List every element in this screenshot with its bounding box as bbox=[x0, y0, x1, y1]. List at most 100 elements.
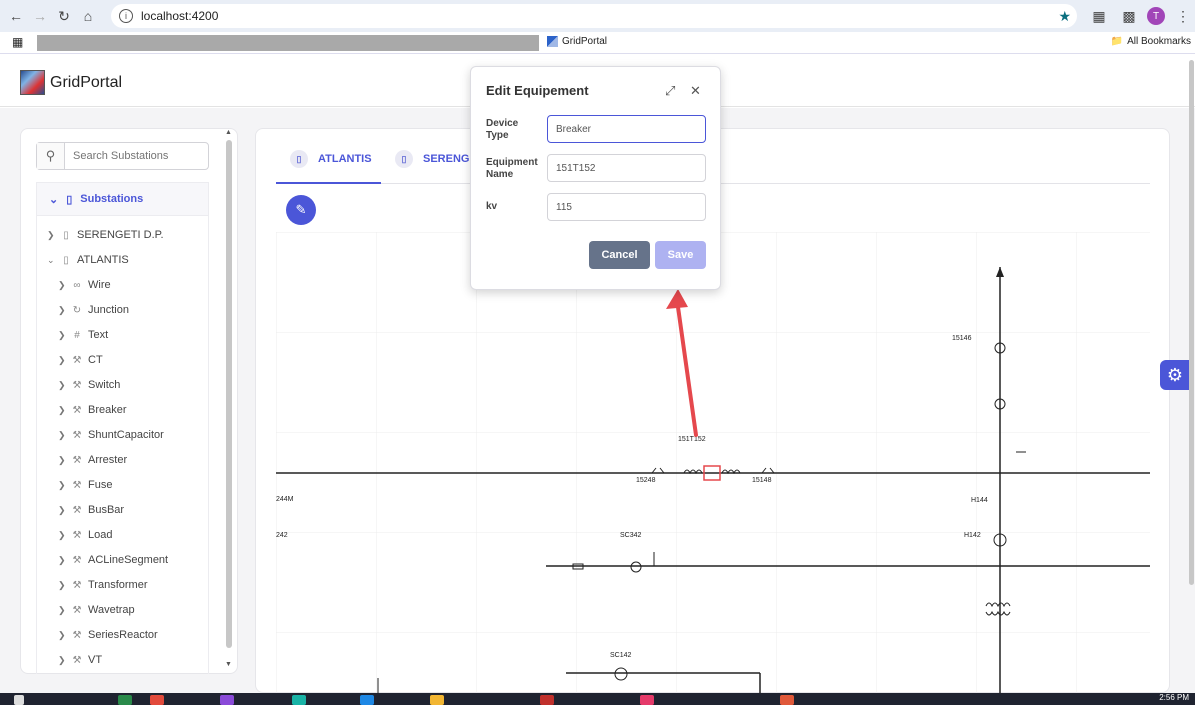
chevron-right-icon: ❯ bbox=[58, 454, 66, 465]
tree-item-serengeti[interactable]: ❯ ▯ SERENGETI D.P. bbox=[47, 229, 164, 241]
tree-item-aclinesegment[interactable]: ❯ ⚒ ACLineSegment bbox=[58, 554, 168, 566]
chevron-right-icon: ❯ bbox=[58, 604, 66, 615]
label-15148: 15148 bbox=[752, 477, 772, 484]
single-line-diagram[interactable]: 15146 151T152 15248 15148 H144 H142 SC34… bbox=[276, 232, 1150, 693]
tree-item-load[interactable]: ❯ ⚒ Load bbox=[58, 529, 112, 541]
bookmark-star-icon[interactable]: ★ bbox=[1058, 8, 1071, 25]
scroll-down-arrow-icon[interactable]: ▼ bbox=[225, 661, 232, 668]
windows-taskbar: 2:56 PM bbox=[0, 693, 1195, 705]
tree-item-switch[interactable]: ❯ ⚒ Switch bbox=[58, 379, 120, 391]
all-bookmarks[interactable]: 📁 All Bookmarks bbox=[1111, 36, 1191, 47]
kv-label: kv bbox=[486, 201, 498, 212]
refresh-icon: ↻ bbox=[72, 304, 82, 316]
reload-icon[interactable]: ↻ bbox=[52, 4, 76, 28]
menu-icon[interactable]: ⋮ bbox=[1171, 4, 1195, 28]
equipment-name-input[interactable] bbox=[547, 154, 706, 182]
puzzle-icon[interactable]: ▩ bbox=[1117, 4, 1141, 28]
tree-item-breaker[interactable]: ❯ ⚒ Breaker bbox=[58, 404, 127, 416]
settings-gear-button[interactable]: ⚙ bbox=[1160, 360, 1190, 390]
windows-start-icon[interactable] bbox=[14, 695, 24, 705]
excel-icon[interactable] bbox=[118, 695, 132, 705]
tree-item-seriesreactor[interactable]: ❯ ⚒ SeriesReactor bbox=[58, 629, 158, 641]
vscode-icon[interactable] bbox=[360, 695, 374, 705]
browser-actions: ▦ ▩ T ⋮ bbox=[1087, 4, 1195, 28]
chevron-down-icon: ⌄ bbox=[47, 254, 55, 265]
device-type-label: Device Type bbox=[486, 118, 519, 141]
folder-icon[interactable] bbox=[430, 695, 444, 705]
wrench-icon: ⚒ bbox=[72, 629, 82, 641]
chevron-right-icon: ❯ bbox=[58, 354, 66, 365]
wrench-icon: ⚒ bbox=[72, 404, 82, 416]
tree-item-junction[interactable]: ❯ ↻ Junction bbox=[58, 304, 129, 316]
sidebar-scrollbar[interactable] bbox=[226, 140, 232, 648]
wrench-icon: ⚒ bbox=[72, 529, 82, 541]
tree-item-arrester[interactable]: ❯ ⚒ Arrester bbox=[58, 454, 127, 466]
app-pink-icon[interactable] bbox=[640, 695, 654, 705]
extension-icon[interactable]: ▦ bbox=[1087, 4, 1111, 28]
tree-item-text[interactable]: ❯ # Text bbox=[58, 329, 108, 341]
apps-grid-icon[interactable]: ▦ bbox=[12, 35, 23, 49]
chevron-right-icon: ❯ bbox=[58, 654, 66, 665]
bookmark-gridportal[interactable]: GridPortal bbox=[547, 36, 607, 47]
chevron-right-icon: ❯ bbox=[58, 504, 66, 515]
device-type-input[interactable] bbox=[547, 115, 706, 143]
diagram-grid bbox=[276, 232, 1150, 693]
search-icon: ⚲ bbox=[37, 143, 65, 169]
taskbar-clock: 2:56 PM bbox=[1159, 693, 1189, 702]
wrench-icon: ⚒ bbox=[72, 429, 82, 441]
forward-icon[interactable]: → bbox=[28, 4, 52, 28]
chevron-right-icon: ❯ bbox=[58, 304, 66, 315]
label-242: 242 bbox=[276, 532, 288, 539]
tree-item-wire[interactable]: ❯ ∞ Wire bbox=[58, 279, 111, 291]
tree-root-substations[interactable]: ⌄ ▯ Substations bbox=[36, 182, 209, 216]
wrench-icon: ⚒ bbox=[72, 579, 82, 591]
chrome-icon[interactable] bbox=[150, 695, 164, 705]
wrench-icon: ⚒ bbox=[72, 604, 82, 616]
kv-input[interactable] bbox=[547, 193, 706, 221]
scroll-up-arrow-icon[interactable]: ▲ bbox=[225, 129, 232, 136]
search-input[interactable] bbox=[65, 143, 205, 169]
app-red-icon[interactable] bbox=[540, 695, 554, 705]
tree-item-busbar[interactable]: ❯ ⚒ BusBar bbox=[58, 504, 124, 516]
visual-studio-icon[interactable] bbox=[220, 695, 234, 705]
tree-item-atlantis[interactable]: ⌄ ▯ ATLANTIS bbox=[47, 254, 129, 266]
tab-atlantis[interactable]: ▯ ATLANTIS bbox=[290, 150, 372, 168]
app-icon[interactable] bbox=[292, 695, 306, 705]
home-icon[interactable]: ⌂ bbox=[76, 4, 100, 28]
url-text: localhost:4200 bbox=[141, 9, 219, 23]
building-icon: ▯ bbox=[395, 150, 413, 168]
save-button[interactable]: Save bbox=[655, 241, 706, 269]
profile-avatar[interactable]: T bbox=[1147, 7, 1165, 25]
building-icon: ▯ bbox=[63, 229, 69, 241]
expand-icon[interactable]: ⤢ bbox=[665, 83, 675, 99]
equipment-name-label: Equipment Name bbox=[486, 157, 538, 180]
close-icon[interactable]: ✕ bbox=[690, 83, 701, 99]
chevron-right-icon: ❯ bbox=[58, 529, 66, 540]
tree-item-shuntcapacitor[interactable]: ❯ ⚒ ShuntCapacitor bbox=[58, 429, 164, 441]
annotation-arrow bbox=[666, 289, 698, 437]
tree-item-transformer[interactable]: ❯ ⚒ Transformer bbox=[58, 579, 148, 591]
back-icon[interactable]: ← bbox=[4, 4, 28, 28]
label-h142: H142 bbox=[964, 532, 981, 539]
wrench-icon: ⚒ bbox=[72, 379, 82, 391]
chevron-right-icon: ❯ bbox=[58, 479, 66, 490]
chevron-right-icon: ❯ bbox=[58, 379, 66, 390]
tree-item-fuse[interactable]: ❯ ⚒ Fuse bbox=[58, 479, 112, 491]
tree-item-ct[interactable]: ❯ ⚒ CT bbox=[58, 354, 103, 366]
tab-serengeti[interactable]: ▯ SERENGE bbox=[395, 150, 477, 168]
label-sc342: SC342 bbox=[620, 532, 642, 539]
chevron-right-icon: ❯ bbox=[58, 279, 66, 290]
chevron-right-icon: ❯ bbox=[58, 404, 66, 415]
wrench-icon: ⚒ bbox=[72, 504, 82, 516]
app-orange-icon[interactable] bbox=[780, 695, 794, 705]
dialog-title: Edit Equipement bbox=[486, 83, 589, 98]
tree-item-wavetrap[interactable]: ❯ ⚒ Wavetrap bbox=[58, 604, 135, 616]
edit-pencil-button[interactable]: ✎ bbox=[286, 195, 316, 225]
address-bar[interactable]: i localhost:4200 ★ bbox=[111, 4, 1077, 28]
site-info-icon[interactable]: i bbox=[119, 9, 133, 23]
cancel-button[interactable]: Cancel bbox=[589, 241, 650, 269]
app-title: GridPortal bbox=[50, 74, 123, 91]
tree-item-vt[interactable]: ❯ ⚒ VT bbox=[58, 654, 102, 666]
chevron-right-icon: ❯ bbox=[58, 329, 66, 340]
page-scrollbar[interactable] bbox=[1189, 60, 1194, 585]
